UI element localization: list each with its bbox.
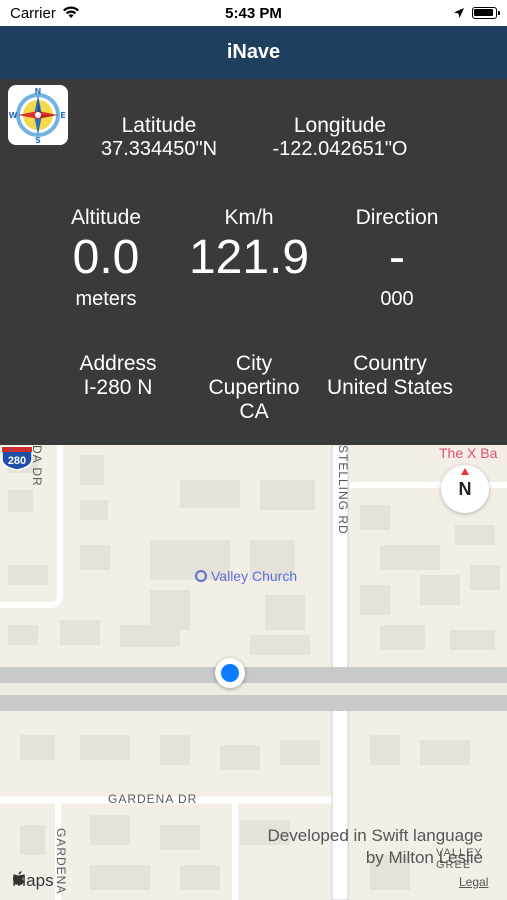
latitude-value: 37.334450"N (100, 138, 218, 160)
legal-link[interactable]: Legal (459, 875, 488, 889)
altitude-unit: meters (75, 288, 137, 310)
map-compass-button[interactable]: N (441, 465, 489, 513)
map-pin-the-x-bar[interactable]: The X Ba (439, 445, 497, 461)
svg-text:E: E (60, 111, 65, 120)
map-view[interactable]: The X Ba STELLING RD DA DR GARDENA DR GA… (0, 445, 507, 900)
street-label-stelling-rd: STELLING RD (336, 445, 350, 535)
city-value: Cupertino (208, 376, 300, 399)
compass-rose-icon: N S W E (8, 85, 68, 145)
compass-north-tick-icon (461, 468, 469, 475)
speed-cell: Km/h 121.9 (178, 206, 320, 286)
poi-label: Valley Church (211, 568, 298, 584)
longitude-label: Longitude (293, 114, 387, 137)
latitude-label: Latitude (121, 114, 197, 137)
poi-valley-church[interactable]: Valley Church (195, 568, 297, 584)
location-arrow-icon (453, 6, 465, 23)
street-label-gardena-dr: GARDENA DR (108, 792, 198, 806)
direction-degrees: 000 (380, 288, 414, 310)
country-label: Country (353, 352, 427, 375)
interstate-shield-icon: 280 (1, 446, 33, 471)
direction-label: Direction (355, 206, 439, 229)
country-cell: Country United States (320, 352, 460, 400)
address-cell: Address I-280 N (58, 352, 178, 400)
direction-cell: Direction - 000 (337, 206, 457, 311)
address-label: Address (79, 352, 157, 375)
navigation-bar: iNave (0, 26, 507, 79)
latitude-cell: Latitude 37.334450"N (84, 114, 234, 161)
country-value: United States (326, 376, 454, 399)
developer-credit: Developed in Swift language by Milton Le… (268, 825, 483, 869)
state-value: CA (239, 400, 269, 423)
longitude-value: -122.042651"O (272, 138, 408, 160)
direction-value: - (389, 231, 405, 284)
credit-line-1: Developed in Swift language (267, 826, 483, 845)
apple-maps-logo: Maps (12, 871, 54, 891)
city-cell: City Cupertino CA (194, 352, 314, 424)
battery-icon (472, 7, 500, 19)
status-time: 5:43 PM (225, 5, 282, 22)
svg-text:S: S (35, 136, 41, 145)
status-bar: Carrier 5:43 PM (0, 0, 507, 26)
city-label: City (235, 352, 273, 375)
longitude-cell: Longitude -122.042651"O (250, 114, 430, 161)
user-location-dot[interactable] (215, 658, 245, 688)
altitude-cell: Altitude 0.0 meters (46, 206, 166, 311)
speed-value: 121.9 (188, 231, 310, 284)
street-label-gardena-vertical: GARDENA (54, 828, 68, 895)
altitude-label: Altitude (70, 206, 142, 229)
church-pin-icon (195, 570, 207, 582)
interstate-number: 280 (8, 455, 26, 467)
credit-line-2: by Milton Leslie (365, 848, 483, 867)
svg-text:N: N (35, 87, 42, 96)
address-value: I-280 N (83, 376, 153, 399)
svg-text:W: W (9, 111, 18, 120)
nav-title: iNave (226, 41, 281, 63)
info-panel: N S W E Latitude 37.334450"N Longitude -… (0, 79, 507, 445)
speed-label: Km/h (224, 206, 274, 229)
altitude-value: 0.0 (72, 231, 140, 284)
